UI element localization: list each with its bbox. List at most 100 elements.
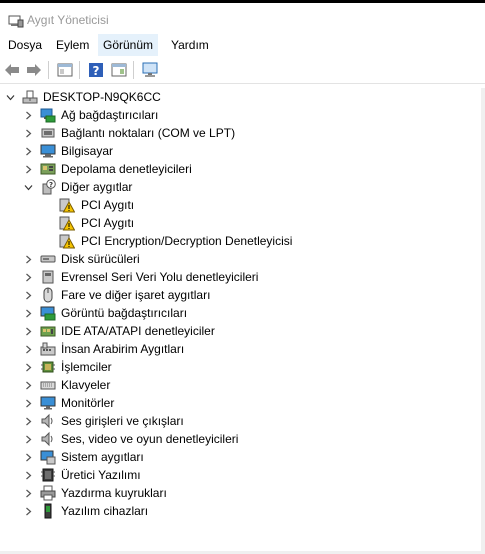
tree-category-label: Bağlantı noktaları (COM ve LPT) [61, 126, 236, 140]
tree-category-label: Klavyeler [61, 378, 111, 392]
chevron-right-icon[interactable] [24, 376, 33, 394]
chevron-right-icon[interactable] [24, 124, 33, 142]
pci-warning-icon [59, 233, 75, 249]
pci-warning-icon [59, 215, 75, 231]
port-icon [40, 125, 56, 141]
system-devices-icon [40, 449, 56, 465]
storage-controller-icon [40, 161, 56, 177]
computer-tree-root-icon [22, 89, 38, 105]
tree-category-label: Diğer aygıtlar [61, 180, 133, 194]
chevron-right-icon[interactable] [24, 106, 33, 124]
monitor-scan-icon[interactable] [140, 60, 160, 80]
window-title: Aygıt Yöneticisi [27, 13, 109, 27]
tree-category-row[interactable]: IDE ATA/ATAPI denetleyiciler [0, 322, 485, 340]
tree-category-row[interactable]: Yazılım cihazları [0, 502, 485, 520]
audio-io-icon [40, 413, 56, 429]
printer-icon [40, 485, 56, 501]
mouse-icon [40, 287, 56, 303]
pci-warning-icon [59, 197, 75, 213]
computer-icon [40, 143, 56, 159]
tree-category-label: Sistem aygıtları [61, 450, 144, 464]
tree-category-row[interactable]: Yazdırma kuyrukları [0, 484, 485, 502]
tree-category-row[interactable]: Disk sürücüleri [0, 250, 485, 268]
tree-category-label: Yazılım cihazları [61, 504, 149, 518]
keyboard-icon [40, 377, 56, 393]
tree-device-row[interactable]: PCI Aygıtı [0, 196, 485, 214]
tree-category-label: Evrensel Seri Veri Yolu denetleyicileri [61, 270, 259, 284]
chevron-right-icon[interactable] [24, 322, 33, 340]
chevron-right-icon[interactable] [24, 502, 33, 520]
tree-category-row[interactable]: Ağ bağdaştırıcıları [0, 106, 485, 124]
tree-category-label: Depolama denetleyicileri [61, 162, 192, 176]
network-adapter-icon [40, 107, 56, 123]
firmware-icon [40, 467, 56, 483]
chevron-right-icon[interactable] [24, 448, 33, 466]
tree-category-label: Yazdırma kuyrukları [61, 486, 167, 500]
tree-category-label: Ağ bağdaştırıcıları [61, 108, 159, 122]
chevron-down-icon[interactable] [24, 178, 33, 196]
menu-file[interactable]: Dosya [3, 34, 47, 56]
tree-category-label: Monitörler [61, 396, 115, 410]
tree-category-label: Ses, video ve oyun denetleyicileri [61, 432, 239, 446]
tree-root-row[interactable]: DESKTOP-N9QK6CC [0, 88, 485, 106]
back-arrow-icon[interactable] [2, 60, 22, 80]
svg-text:?: ? [49, 181, 53, 189]
tree-category-row[interactable]: Bağlantı noktaları (COM ve LPT) [0, 124, 485, 142]
tree-category-row[interactable]: Monitörler [0, 394, 485, 412]
menu-action[interactable]: Eylem [51, 34, 94, 56]
chevron-right-icon[interactable] [24, 340, 33, 358]
tree-root-label: DESKTOP-N9QK6CC [43, 90, 161, 104]
chevron-right-icon[interactable] [24, 142, 33, 160]
other-devices-icon: ? [40, 179, 56, 195]
software-device-icon [40, 503, 56, 519]
tree-category-row[interactable]: Sistem aygıtları [0, 448, 485, 466]
chevron-right-icon[interactable] [24, 358, 33, 376]
chevron-right-icon[interactable] [24, 466, 33, 484]
tree-category-label: Üretici Yazılımı [61, 468, 141, 482]
chevron-down-icon[interactable] [6, 88, 15, 106]
disk-drive-icon [40, 251, 56, 267]
tree-category-label: Görüntü bağdaştırıcıları [61, 306, 188, 320]
menu-view[interactable]: Görünüm [98, 34, 159, 56]
display-adapter-icon [40, 305, 56, 321]
tree-device-row[interactable]: PCI Encryption/Decryption Denetleyicisi [0, 232, 485, 250]
chevron-right-icon[interactable] [24, 250, 33, 268]
chevron-right-icon[interactable] [24, 484, 33, 502]
tree-category-row[interactable]: Bilgisayar [0, 142, 485, 160]
tree-device-label: PCI Encryption/Decryption Denetleyicisi [81, 234, 293, 248]
tree-category-label: İşlemciler [61, 360, 112, 374]
chevron-right-icon[interactable] [24, 304, 33, 322]
chevron-right-icon[interactable] [24, 394, 33, 412]
tree-device-row[interactable]: PCI Aygıtı [0, 214, 485, 232]
tree-category-row[interactable]: Ses girişleri ve çıkışları [0, 412, 485, 430]
menu-help[interactable]: Yardım [166, 34, 214, 56]
hid-icon [40, 341, 56, 357]
tree-category-row[interactable]: Depolama denetleyicileri [0, 160, 485, 178]
chevron-right-icon[interactable] [24, 412, 33, 430]
tree-category-label: Disk sürücüleri [61, 252, 140, 266]
tree-category-label: IDE ATA/ATAPI denetleyiciler [61, 324, 215, 338]
chevron-right-icon[interactable] [24, 268, 33, 286]
tree-category-label: Ses girişleri ve çıkışları [61, 414, 184, 428]
device-properties-icon[interactable] [109, 60, 129, 80]
chevron-right-icon[interactable] [24, 430, 33, 448]
tree-category-row[interactable]: Fare ve diğer işaret aygıtları [0, 286, 485, 304]
toolbar-separator [79, 61, 80, 79]
help-icon[interactable]: ? [86, 60, 106, 80]
tree-category-row[interactable]: İşlemciler [0, 358, 485, 376]
forward-arrow-icon[interactable] [24, 60, 44, 80]
tree-category-row[interactable]: ? Diğer aygıtlar [0, 178, 485, 196]
tree-category-row[interactable]: Ses, video ve oyun denetleyicileri [0, 430, 485, 448]
toolbar: ? [0, 57, 485, 84]
svg-text:?: ? [93, 64, 100, 78]
tree-category-row[interactable]: Klavyeler [0, 376, 485, 394]
tree-category-row[interactable]: Görüntü bağdaştırıcıları [0, 304, 485, 322]
device-manager-app-icon [8, 14, 24, 28]
tree-category-row[interactable]: Evrensel Seri Veri Yolu denetleyicileri [0, 268, 485, 286]
properties-pane-icon[interactable] [55, 60, 75, 80]
title-bar: Aygıt Yöneticisi [0, 3, 485, 33]
tree-category-row[interactable]: Üretici Yazılımı [0, 466, 485, 484]
tree-category-row[interactable]: İnsan Arabirim Aygıtları [0, 340, 485, 358]
chevron-right-icon[interactable] [24, 286, 33, 304]
chevron-right-icon[interactable] [24, 160, 33, 178]
